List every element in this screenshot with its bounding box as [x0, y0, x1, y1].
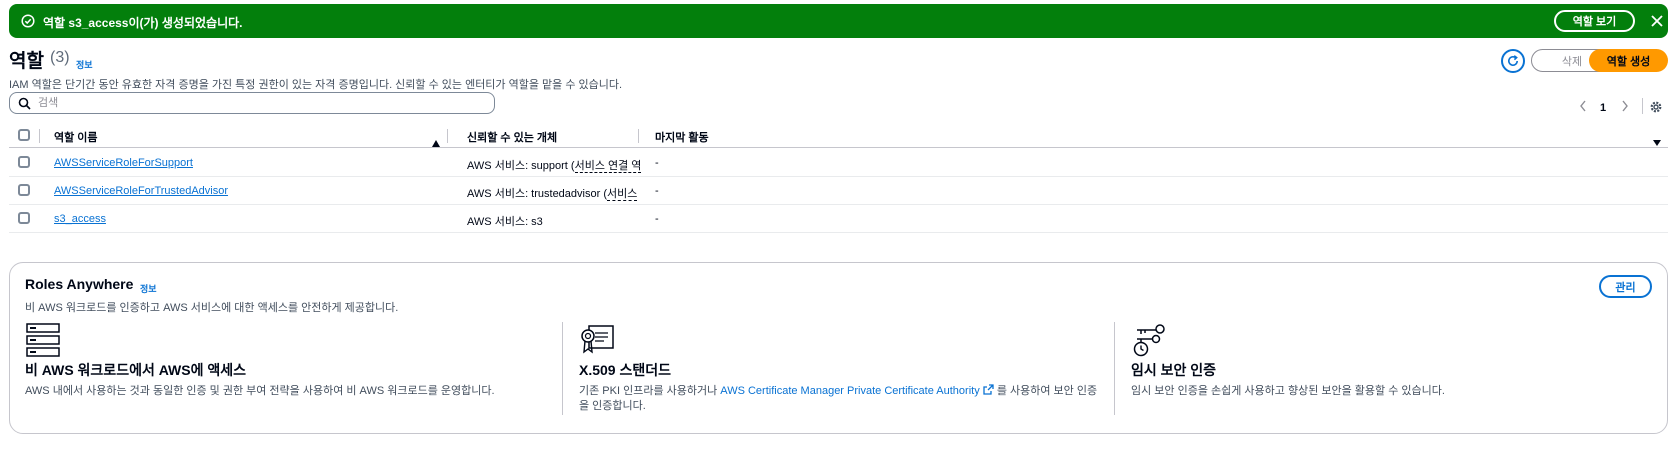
server-stack-icon — [26, 323, 60, 357]
view-role-button[interactable]: 역할 보기 — [1554, 10, 1635, 32]
pager-divider — [1642, 98, 1643, 114]
ra-feature-title: X.509 스탠더드 — [579, 362, 671, 378]
row-checkbox[interactable] — [18, 212, 30, 224]
column-divider — [1114, 322, 1115, 415]
current-page[interactable]: 1 — [1600, 102, 1606, 114]
trusted-entity: AWS 서비스: trustedadvisor (서비스 — [467, 185, 648, 201]
column-divider — [39, 129, 40, 143]
ra-feature-description: 임시 보안 인증을 손쉽게 사용하고 향상된 보안을 활용할 수 있습니다. — [1131, 385, 1445, 397]
role-count: (3) — [50, 49, 70, 66]
trusted-entity-text: AWS 서비스: support ( — [467, 160, 575, 172]
column-header-last-activity[interactable]: 마지막 활동 — [655, 129, 709, 145]
column-divider — [447, 129, 448, 143]
search-input[interactable] — [38, 95, 478, 111]
roles-anywhere-panel: Roles Anywhere 정보 비 AWS 워크로드를 인증하고 AWS 서… — [9, 262, 1668, 434]
row-checkbox[interactable] — [18, 184, 30, 196]
table-header: 역할 이름 신뢰할 수 있는 개체 마지막 활동 — [9, 124, 1668, 148]
trusted-entity-text: AWS 서비스: trustedadvisor ( — [467, 188, 607, 200]
table-row: AWSServiceRoleForSupport AWS 서비스: suppor… — [9, 149, 1668, 177]
column-divider — [638, 129, 639, 143]
check-circle-icon — [21, 14, 35, 28]
column-divider — [562, 322, 563, 415]
ra-description-text: 을 인증합니다. — [579, 400, 646, 412]
page-title: 역할 — [9, 51, 44, 72]
refresh-button[interactable] — [1501, 49, 1525, 73]
last-activity: - — [655, 213, 659, 225]
close-icon[interactable] — [1649, 13, 1665, 29]
chevron-left-icon[interactable] — [1578, 99, 1588, 113]
column-header-role-name[interactable]: 역할 이름 — [54, 129, 98, 145]
chevron-right-icon[interactable] — [1620, 99, 1630, 113]
ra-feature-description: AWS 내에서 사용하는 것과 동일한 인증 및 권한 부여 전략을 사용하여 … — [25, 385, 495, 397]
select-all-checkbox[interactable] — [18, 129, 30, 141]
trusted-entity: AWS 서비스: s3 — [467, 213, 648, 229]
success-flash-banner: 역할 s3_access이(가) 생성되었습니다. 역할 보기 — [9, 4, 1668, 38]
gear-icon[interactable] — [1649, 100, 1663, 114]
role-name-link[interactable]: AWSServiceRoleForSupport — [54, 157, 193, 169]
table-row: s3_access AWS 서비스: s3 - — [9, 205, 1668, 233]
last-activity: - — [655, 157, 659, 169]
ra-feature-title: 비 AWS 워크로드에서 AWS에 액세스 — [25, 362, 247, 378]
flash-message: 역할 s3_access이(가) 생성되었습니다. — [43, 16, 243, 30]
service-linked-role-tooltip[interactable]: 서비스 연결 역 — [574, 160, 642, 173]
info-link[interactable]: 정보 — [76, 58, 93, 71]
sort-ascending-icon[interactable] — [432, 140, 440, 147]
row-checkbox[interactable] — [18, 156, 30, 168]
service-linked-role-tooltip[interactable]: 서비스 — [606, 188, 638, 201]
keys-clock-icon — [1133, 324, 1165, 357]
ra-feature-title: 임시 보안 인증 — [1131, 362, 1217, 378]
create-role-button[interactable]: 역할 생성 — [1589, 49, 1668, 72]
ra-feature-description: 기존 PKI 인프라를 사용하거나 AWS Certificate Manage… — [579, 384, 1097, 414]
ra-description-text: 를 사용하여 보안 인증 — [993, 385, 1098, 397]
search-box[interactable] — [9, 92, 495, 114]
certificate-icon — [581, 325, 614, 354]
search-icon — [18, 97, 31, 110]
trusted-entity-text: AWS 서비스: s3 — [467, 216, 543, 228]
ra-description-text: 기존 PKI 인프라를 사용하거나 — [579, 385, 721, 397]
role-name-link[interactable]: s3_access — [54, 213, 106, 225]
refresh-icon — [1508, 55, 1518, 66]
external-link-icon[interactable] — [983, 384, 994, 395]
roles-anywhere-description: 비 AWS 워크로드를 인증하고 AWS 서비스에 대한 액세스를 안전하게 제… — [25, 302, 399, 314]
caret-down-icon[interactable] — [1653, 140, 1661, 146]
table-row: AWSServiceRoleForTrustedAdvisor AWS 서비스:… — [9, 177, 1668, 205]
acm-pca-link[interactable]: AWS Certificate Manager Private Certific… — [720, 385, 979, 397]
trusted-entity: AWS 서비스: support (서비스 연결 역 — [467, 157, 648, 173]
info-link[interactable]: 정보 — [140, 282, 157, 295]
manage-button[interactable]: 관리 — [1599, 275, 1652, 298]
role-name-link[interactable]: AWSServiceRoleForTrustedAdvisor — [54, 185, 228, 197]
roles-anywhere-title: Roles Anywhere — [25, 276, 134, 292]
column-header-trusted-entity[interactable]: 신뢰할 수 있는 개체 — [467, 129, 557, 145]
last-activity: - — [655, 185, 659, 197]
page-description: IAM 역할은 단기간 동안 유효한 자격 증명을 가진 특정 권한이 있는 자… — [9, 79, 623, 91]
